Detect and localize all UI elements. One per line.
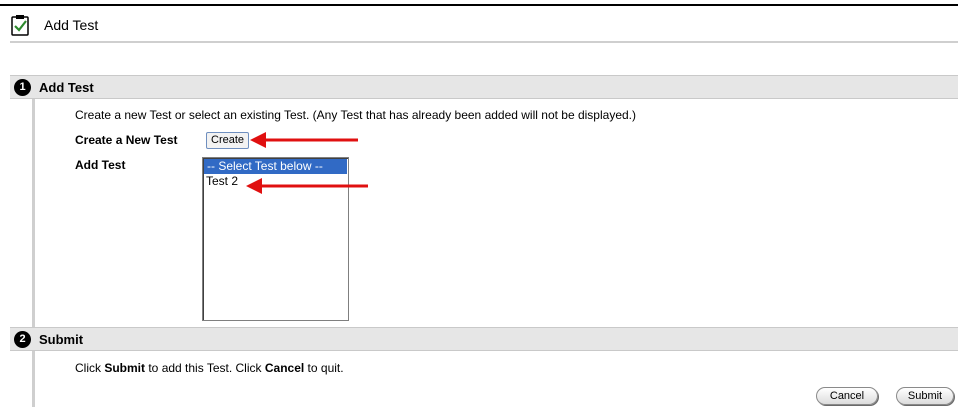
submit-button[interactable]: Submit: [896, 387, 954, 405]
top-rule: [0, 4, 958, 6]
create-new-test-label: Create a New Test: [75, 133, 178, 147]
text-part-bold: Cancel: [264, 361, 305, 375]
text-part: to quit.: [304, 361, 344, 375]
text-part: Click: [75, 361, 105, 375]
section-submit-header: 2 Submit: [10, 327, 958, 351]
section-left-rule: [32, 99, 35, 327]
section-left-rule: [32, 351, 35, 407]
annotation-arrow-icon: [246, 178, 368, 194]
submit-instructions: Click Submit to add this Test. Click Can…: [75, 361, 344, 375]
instructions-text: Create a new Test or select an existing …: [75, 108, 636, 122]
list-option-placeholder[interactable]: -- Select Test below --: [204, 159, 347, 174]
text-part-bold: Submit: [104, 361, 146, 375]
cancel-button[interactable]: Cancel: [816, 387, 878, 405]
section-title: Add Test: [39, 79, 94, 95]
annotation-arrow-icon: [250, 132, 358, 148]
clipboard-check-icon: [11, 15, 29, 36]
step-number-icon: 2: [14, 330, 31, 348]
add-test-label: Add Test: [75, 158, 126, 172]
create-button[interactable]: Create: [206, 132, 250, 149]
header-divider: [10, 41, 958, 43]
section-title: Submit: [39, 331, 84, 347]
page-title: Add Test: [44, 17, 99, 33]
text-part: to add this Test. Click: [145, 361, 265, 375]
step-number-icon: 1: [14, 78, 31, 96]
page-header: Add Test: [10, 12, 98, 38]
section-add-test-header: 1 Add Test: [10, 75, 958, 99]
